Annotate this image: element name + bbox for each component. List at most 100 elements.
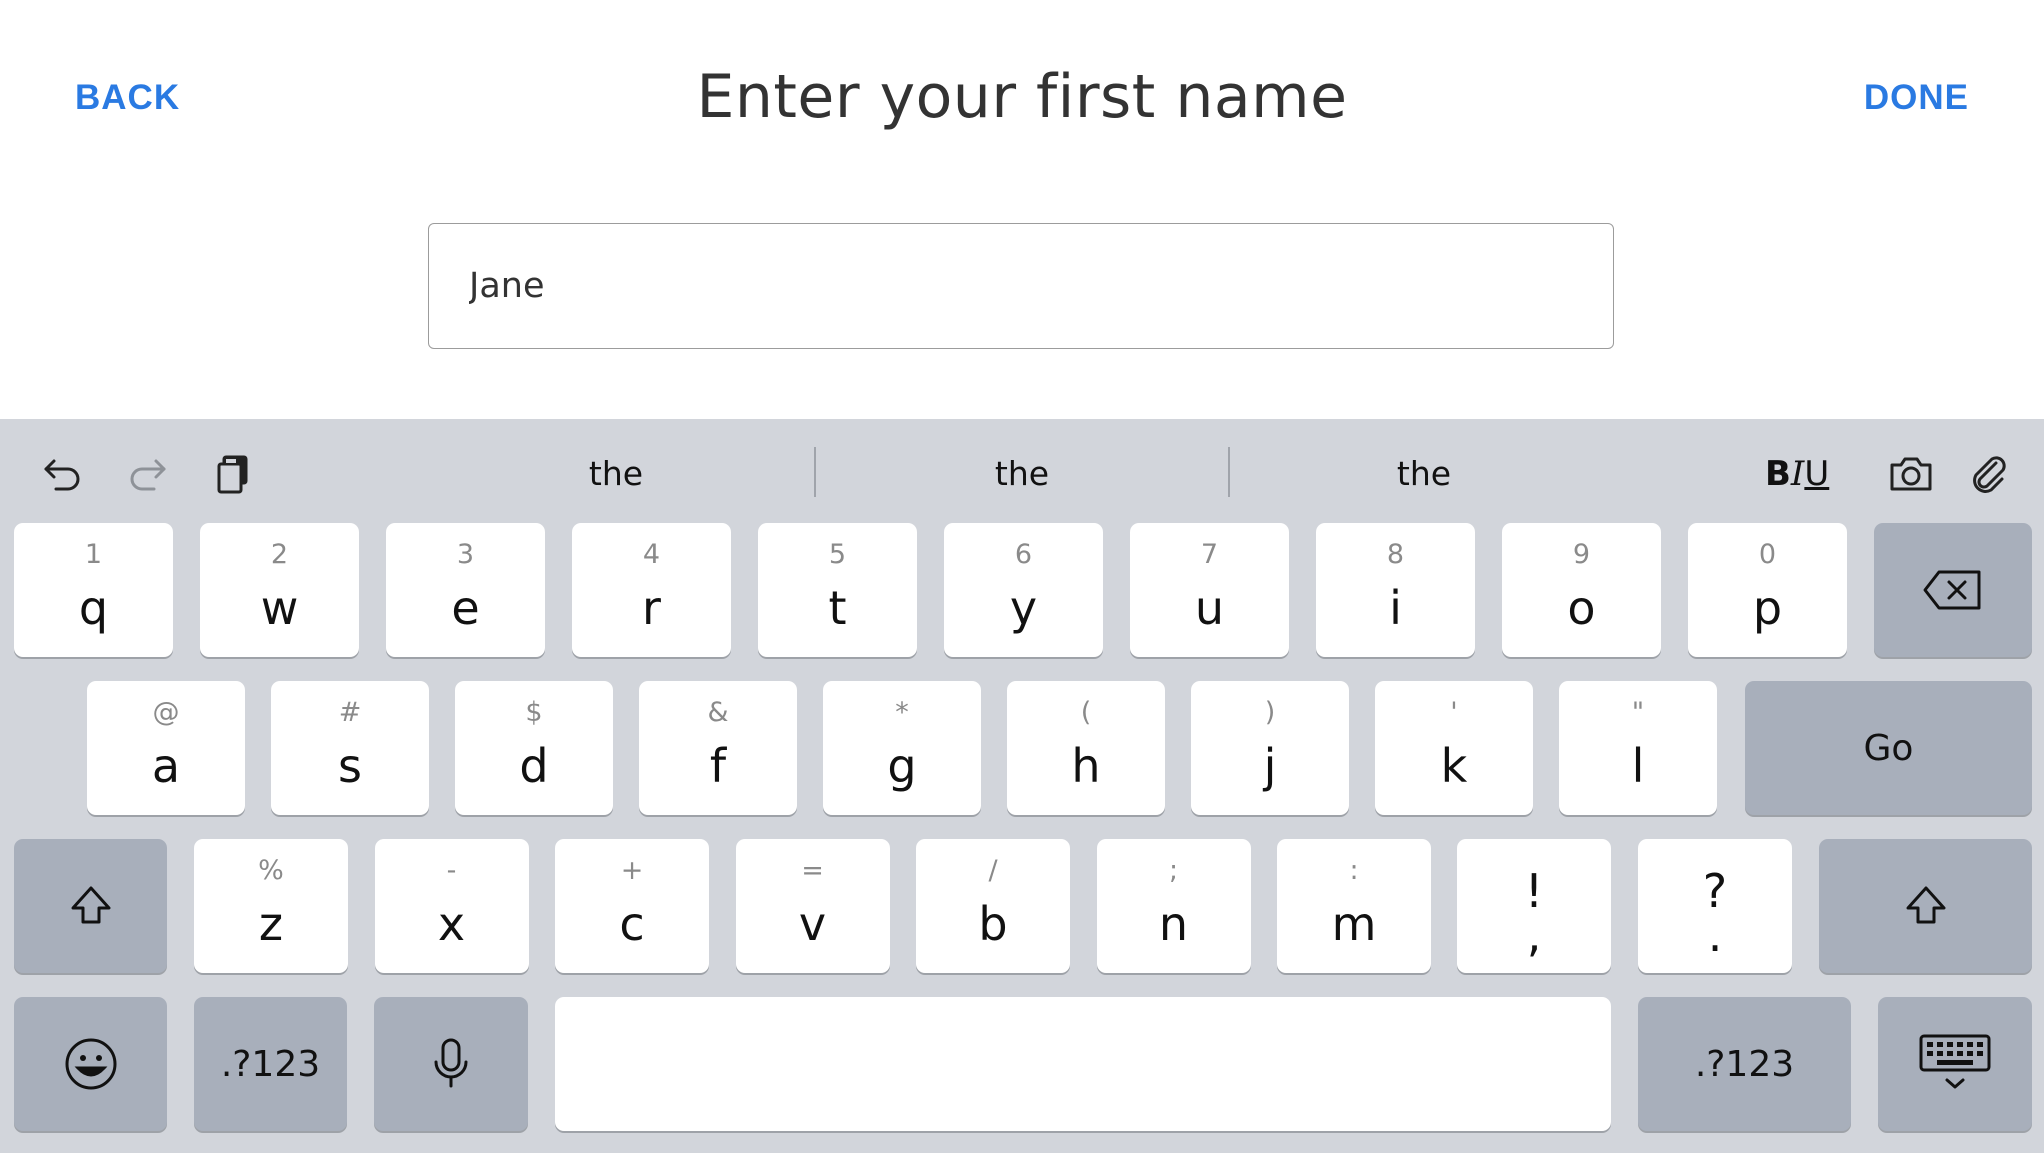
redo-icon[interactable] <box>120 447 174 501</box>
hide-keyboard-key[interactable] <box>1878 997 2032 1131</box>
key-primary-label: o <box>1567 581 1596 635</box>
shift-icon <box>71 886 110 924</box>
key-primary-label: q <box>78 581 109 635</box>
undo-icon[interactable] <box>36 447 90 501</box>
key-primary-label: x <box>437 897 466 951</box>
suggestion-1[interactable]: the <box>466 449 766 499</box>
go-key[interactable]: Go <box>1745 681 2032 815</box>
paperclip-icon[interactable] <box>1962 447 2016 501</box>
key-u[interactable]: 7u <box>1130 523 1289 657</box>
key-primary-label: l <box>1631 739 1645 793</box>
header-bar: BACK Enter your first name DONE <box>0 0 2044 200</box>
key-secondary-label: ' <box>1450 697 1458 728</box>
bold-label: B <box>1765 454 1791 494</box>
key-primary-label: r <box>642 581 661 635</box>
key-j[interactable]: ) j <box>1191 681 1349 815</box>
backspace-icon <box>1923 570 1981 610</box>
key-n[interactable]: ; n <box>1096 839 1251 973</box>
page-title: Enter your first name <box>696 62 1348 132</box>
suggestion-divider <box>814 447 816 497</box>
emoji-key[interactable] <box>14 997 167 1131</box>
suggestion-2[interactable]: the <box>872 449 1172 499</box>
key-v[interactable]: = v <box>735 839 890 973</box>
key-secondary-label: ) <box>1264 697 1276 728</box>
key-secondary-label: ( <box>1080 697 1092 728</box>
key-o[interactable]: 9o <box>1502 523 1661 657</box>
shift-key-left[interactable] <box>14 839 167 973</box>
text-format-button[interactable]: BIU <box>1765 449 1829 499</box>
key-primary-label: w <box>260 581 299 635</box>
numbers-key-left[interactable]: .?123 <box>194 997 347 1131</box>
first-name-input[interactable] <box>428 223 1614 349</box>
key-h[interactable]: (h <box>1007 681 1165 815</box>
key-secondary-label: - <box>446 855 457 886</box>
key-secondary-label: $ <box>525 697 543 728</box>
shift-key-right[interactable] <box>1819 839 2032 973</box>
backspace-key[interactable] <box>1874 523 2032 657</box>
key-primary-label: d <box>519 739 549 793</box>
suggestion-divider <box>1228 447 1230 497</box>
key-secondary-label: = <box>801 855 824 886</box>
key-s[interactable]: # s <box>271 681 429 815</box>
app-root: BACK Enter your first name DONE the <box>0 0 2044 1153</box>
key-l[interactable]: " l <box>1559 681 1717 815</box>
key-primary-label: f <box>709 739 727 793</box>
microphone-icon <box>434 1038 468 1088</box>
key-z[interactable]: % z <box>194 839 348 973</box>
key-secondary-label: 6 <box>1014 539 1033 570</box>
key-secondary-label: 4 <box>642 539 661 570</box>
key-secondary-label: 0 <box>1758 539 1777 570</box>
on-screen-keyboard: the the the BIU 1q2w3e4r5t6y7u8i9o0p @ a… <box>0 419 2044 1153</box>
emoji-icon <box>65 1038 116 1090</box>
key-y[interactable]: 6y <box>944 523 1103 657</box>
key-i[interactable]: 8i <box>1316 523 1475 657</box>
key-primary-label: j <box>1263 739 1277 793</box>
key-q[interactable]: 1q <box>14 523 173 657</box>
key-secondary-label: : <box>1349 855 1359 886</box>
key-c[interactable]: + c <box>555 839 709 973</box>
italic-label: I <box>1790 454 1805 494</box>
key-secondary-label: 9 <box>1572 539 1591 570</box>
key-secondary-label: / <box>988 855 998 886</box>
key-k[interactable]: ' k <box>1375 681 1533 815</box>
key-w[interactable]: 2w <box>200 523 359 657</box>
hide-keyboard-icon <box>1919 1034 1991 1089</box>
key-secondary-label: ; <box>1168 855 1179 886</box>
key-secondary-label: * <box>895 697 909 728</box>
key-secondary-label: " <box>1631 697 1645 728</box>
question-period-key[interactable]: ?. <box>1638 839 1792 973</box>
clipboard-icon[interactable] <box>206 447 260 501</box>
key-e[interactable]: 3e <box>386 523 545 657</box>
key-secondary-label: 8 <box>1386 539 1405 570</box>
microphone-key[interactable] <box>374 997 528 1131</box>
key-b[interactable]: / b <box>916 839 1070 973</box>
key-r[interactable]: 4r <box>572 523 731 657</box>
key-secondary-label: # <box>338 697 362 728</box>
key-p[interactable]: 0p <box>1688 523 1847 657</box>
key-d[interactable]: $ d <box>455 681 613 815</box>
key-x[interactable]: -x <box>374 839 529 973</box>
key-primary-label: t <box>828 581 847 635</box>
key-primary-label: h <box>1071 739 1101 793</box>
key-primary-label: a <box>151 739 181 793</box>
key-t[interactable]: 5t <box>758 523 917 657</box>
suggestion-3[interactable]: the <box>1274 449 1574 499</box>
key-m[interactable]: :m <box>1277 839 1431 973</box>
key-primary-label: u <box>1194 581 1225 635</box>
key-secondary-label: 1 <box>84 539 103 570</box>
key-f[interactable]: & f <box>639 681 797 815</box>
key-primary-label: m <box>1331 897 1377 951</box>
key-primary-label: n <box>1158 897 1189 951</box>
key-primary-label: v <box>798 897 827 951</box>
key-primary-label: p <box>1752 581 1783 635</box>
key-g[interactable]: * g <box>823 681 981 815</box>
key-primary-label: e <box>451 581 480 635</box>
space-bar[interactable] <box>555 997 1611 1131</box>
exclamation-comma-key[interactable]: !, <box>1457 839 1611 973</box>
key-secondary-label: + <box>620 855 644 886</box>
key-a[interactable]: @ a <box>87 681 245 815</box>
key-secondary-label: 2 <box>270 539 289 570</box>
numbers-key-right[interactable]: .?123 <box>1638 997 1851 1131</box>
camera-icon[interactable] <box>1884 447 1938 501</box>
done-button[interactable]: DONE <box>1864 78 1969 118</box>
